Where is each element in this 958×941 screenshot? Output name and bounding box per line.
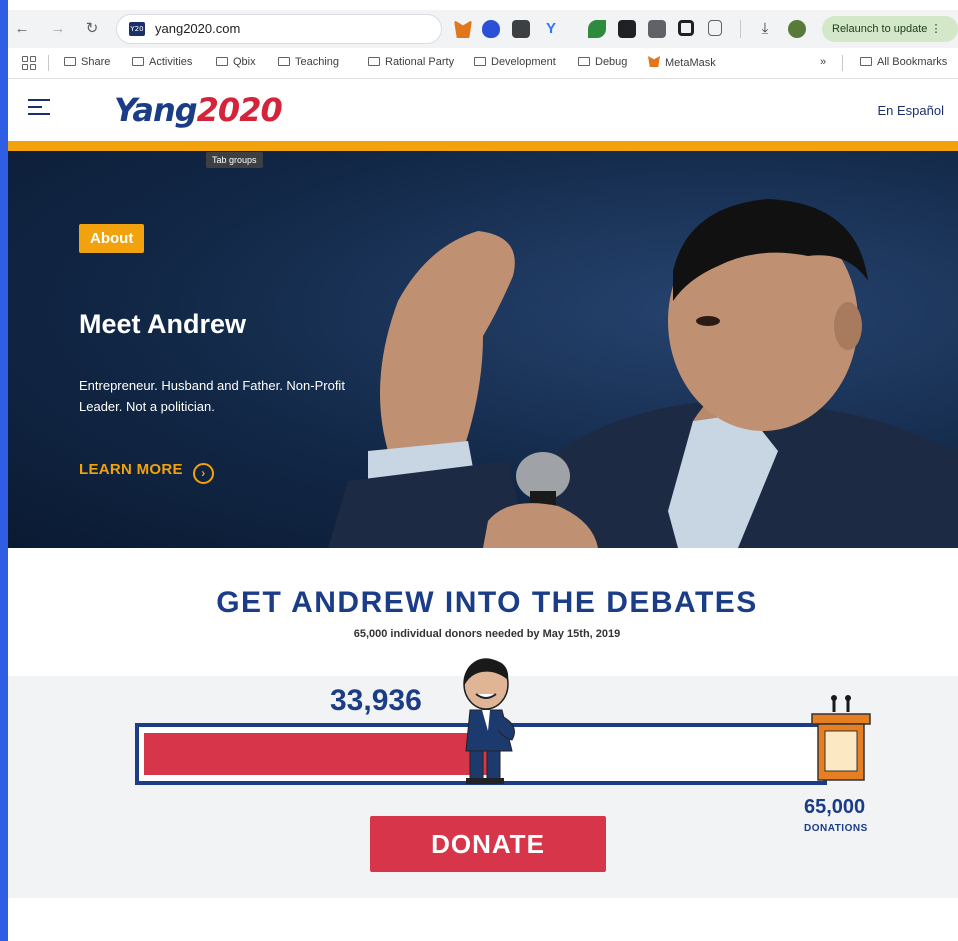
puzzle-icon[interactable] (708, 20, 722, 36)
site-header: Yang2020 En Español (8, 79, 958, 141)
bookmark-label: Share (81, 56, 111, 68)
site-favicon-icon: Y20 (129, 22, 145, 36)
goal-label: DONATIONS (804, 823, 868, 834)
relaunch-label: Relaunch to update (832, 23, 928, 35)
header-accent-bar (8, 141, 958, 151)
reload-icon[interactable]: ↻ (82, 19, 102, 39)
metamask-fox-icon (648, 56, 660, 67)
cartoon-andrew-icon (463, 658, 515, 784)
relaunch-button[interactable]: Relaunch to update ⋮ (822, 16, 958, 42)
address-bar[interactable]: Y20 yang2020.com (116, 14, 442, 44)
folder-icon (860, 57, 872, 66)
learn-more-label: LEARN MORE (79, 461, 183, 478)
metamask-fox-icon[interactable] (454, 20, 472, 38)
box-icon[interactable] (618, 20, 636, 38)
bookmark-label: MetaMask (665, 57, 716, 69)
hero-heading: Meet Andrew (79, 309, 247, 339)
bookmarks-divider (842, 55, 843, 71)
bookmark-label: Teaching (295, 56, 340, 68)
bookmark-label: Development (491, 56, 556, 68)
browser-toolbar: ← → ↻ Y20 yang2020.com Y ⤓ Relaunch to u… (8, 10, 958, 48)
bookmark-development[interactable]: Development (474, 56, 556, 68)
folder-icon (132, 57, 144, 66)
bookmark-label: Rational Party (385, 56, 455, 68)
square-icon[interactable] (678, 20, 694, 36)
bookmark-activities[interactable]: Activities (132, 56, 192, 68)
folder-icon (64, 57, 76, 66)
bookmark-qbix[interactable]: Qbix (216, 56, 256, 68)
folder-icon (474, 57, 486, 66)
shield-icon[interactable] (482, 20, 500, 38)
bookmarks-bar: Share Activities Qbix Teaching Rational … (8, 48, 958, 79)
learn-more-link[interactable]: LEARN MORE › (79, 461, 214, 484)
menu-icon[interactable] (28, 99, 50, 120)
apps-grid-icon[interactable] (22, 56, 36, 70)
url-text: yang2020.com (155, 21, 241, 36)
donor-count: 33,936 (330, 684, 422, 717)
bookmarks-overflow-button[interactable]: » (820, 56, 826, 68)
bookmark-label: Activities (149, 56, 193, 68)
podium-icon (811, 695, 871, 781)
folder-icon (216, 57, 228, 66)
dark-icon[interactable] (648, 20, 666, 38)
browser-window: ← → ↻ Y20 yang2020.com Y ⤓ Relaunch to u… (8, 0, 958, 941)
bookmark-metamask[interactable]: MetaMask (648, 56, 716, 69)
donate-button[interactable]: DONATE (370, 816, 606, 872)
folder-icon (278, 57, 290, 66)
debates-section: GET ANDREW INTO THE DEBATES 65,000 indiv… (8, 548, 958, 941)
bookmark-teaching[interactable]: Teaching (278, 56, 339, 68)
logo-text-right: 2020 (196, 91, 283, 129)
folder-icon (578, 57, 590, 66)
language-link[interactable]: En Español (878, 103, 945, 118)
folder-icon (368, 57, 380, 66)
debates-subtitle: 65,000 individual donors needed by May 1… (353, 628, 621, 640)
progress-fill (144, 733, 496, 775)
tab-groups-tooltip: Tab groups (206, 152, 263, 168)
andrew-photo (328, 199, 958, 548)
bookmarks-divider (48, 55, 49, 71)
progress-panel: 33,936 65,000 DONATIONS DONATE (8, 658, 958, 898)
chevron-right-icon: › (192, 463, 214, 484)
forward-icon[interactable]: → (48, 19, 68, 39)
bookmark-rational-party[interactable]: Rational Party (368, 56, 454, 68)
bookmark-label: All Bookmarks (877, 56, 948, 68)
bookmark-debug[interactable]: Debug (578, 56, 627, 68)
hero-section: About Meet Andrew Entrepreneur. Husband … (8, 151, 958, 548)
yang2020-logo[interactable]: Yang2020 (114, 91, 283, 129)
hero-tagline: Entrepreneur. Husband and Father. Non-Pr… (79, 378, 345, 414)
bookmark-label: Qbix (233, 56, 256, 68)
vpn-icon[interactable]: Y (542, 20, 560, 38)
debates-title: GET ANDREW INTO THE DEBATES (216, 586, 758, 619)
back-icon[interactable]: ← (12, 19, 32, 39)
bookmark-label: Debug (595, 56, 628, 68)
toolbar-divider (740, 20, 741, 38)
about-badge[interactable]: About (79, 224, 145, 253)
leaf-icon[interactable] (588, 20, 606, 38)
bookmark-share[interactable]: Share (64, 56, 110, 68)
goal-count: 65,000 (804, 796, 866, 818)
download-icon[interactable]: ⤓ (756, 20, 774, 38)
more-menu-icon: ⋮ (930, 23, 942, 35)
card-icon[interactable] (512, 20, 530, 38)
avatar-icon[interactable] (788, 20, 806, 38)
logo-text-left: Yang (114, 91, 198, 129)
all-bookmarks-button[interactable]: All Bookmarks (860, 56, 947, 68)
